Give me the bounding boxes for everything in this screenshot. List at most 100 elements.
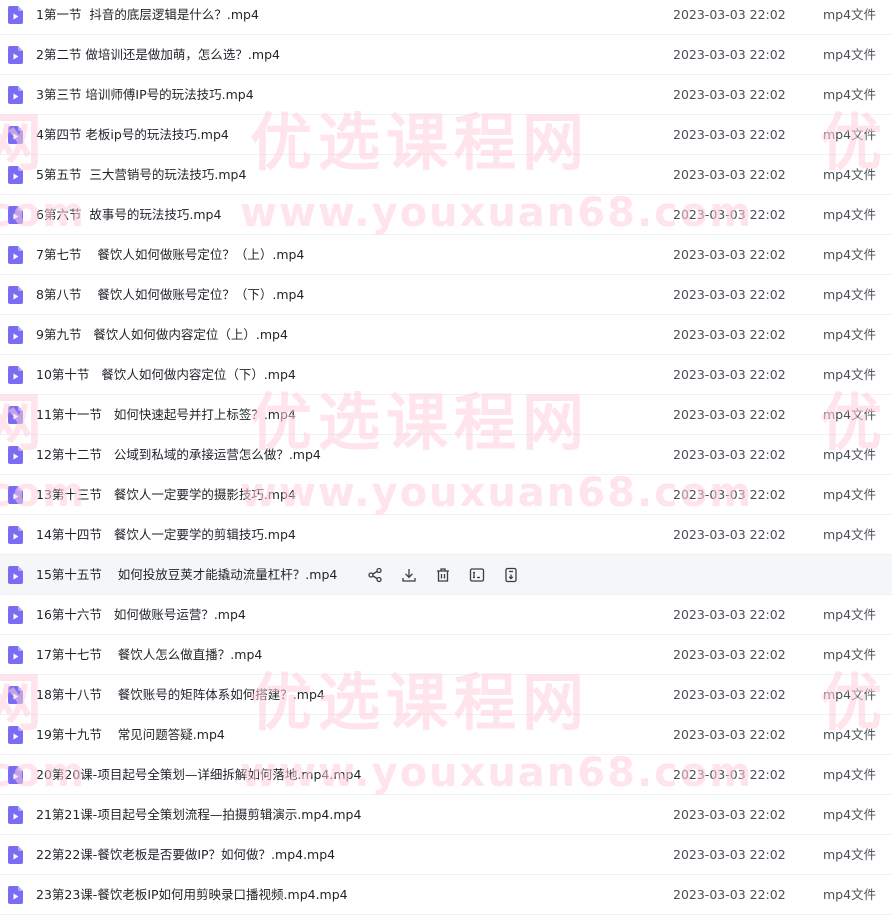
video-file-icon [8, 206, 23, 224]
file-row[interactable]: 4第四节 老板ip号的玩法技巧.mp4 2023-03-03 22:02 mp4文件 [0, 115, 892, 155]
file-row[interactable]: 1第一节 抖音的底层逻辑是什么？.mp4 2023-03-03 22:02 mp4文… [0, 0, 892, 35]
video-file-icon [8, 6, 23, 24]
file-modified-date: 2023-03-03 22:02 [673, 407, 786, 422]
file-row[interactable]: 6第六节 故事号的玩法技巧.mp4 2023-03-03 22:02 mp4文件 [0, 195, 892, 235]
file-type: mp4文件 [823, 327, 877, 342]
more-icon[interactable] [502, 566, 520, 584]
file-name[interactable]: 3第三节 培训师傅IP号的玩法技巧.mp4 [36, 75, 254, 115]
file-row[interactable]: 14第十四节 餐饮人一定要学的剪辑技巧.mp4 2023-03-03 22:02 m… [0, 515, 892, 555]
share-icon[interactable] [366, 566, 384, 584]
file-name[interactable]: 13第十三节 餐饮人一定要学的摄影技巧.mp4 [36, 475, 296, 515]
file-row[interactable]: 8第八节 餐饮人如何做账号定位？（下）.mp4 2023-03-03 22:02 m… [0, 275, 892, 315]
file-row[interactable]: 21第21课-项目起号全策划流程—拍摄剪辑演示.mp4.mp4 2023-03-0… [0, 795, 892, 835]
file-type: mp4文件 [823, 847, 877, 862]
file-row[interactable]: 17第十七节 餐饮人怎么做直播？.mp4 2023-03-03 22:02 mp4文… [0, 635, 892, 675]
video-file-icon [8, 166, 23, 184]
video-file-icon [8, 46, 23, 64]
file-row[interactable]: 12第十二节 公域到私域的承接运营怎么做？.mp4 2023-03-03 22:0… [0, 435, 892, 475]
file-type: mp4文件 [823, 727, 877, 742]
file-type: mp4文件 [823, 767, 877, 782]
file-type: mp4文件 [823, 287, 877, 302]
video-file-icon [8, 446, 23, 464]
file-row[interactable]: 3第三节 培训师傅IP号的玩法技巧.mp4 2023-03-03 22:02 mp4… [0, 75, 892, 115]
video-file-icon [8, 326, 23, 344]
file-row[interactable]: 9第九节 餐饮人如何做内容定位（上）.mp4 2023-03-03 22:02 mp… [0, 315, 892, 355]
file-row[interactable]: 2第二节 做培训还是做加萌，怎么选？.mp4 2023-03-03 22:02 mp… [0, 35, 892, 75]
file-name[interactable]: 15第十五节 如何投放豆荚才能撬动流量杠杆？.mp4 [36, 555, 337, 595]
video-file-icon [8, 566, 23, 584]
file-row[interactable]: 19第十九节 常见问题答疑.mp4 2023-03-03 22:02 mp4文件 [0, 715, 892, 755]
file-type: mp4文件 [823, 7, 877, 22]
video-file-icon [8, 806, 23, 824]
file-row[interactable]: 22第22课-餐饮老板是否要做IP？如何做？.mp4.mp4 2023-03-03… [0, 835, 892, 875]
file-type: mp4文件 [823, 367, 877, 382]
file-row[interactable]: 10第十节 餐饮人如何做内容定位（下）.mp4 2023-03-03 22:02 m… [0, 355, 892, 395]
file-name[interactable]: 19第十九节 常见问题答疑.mp4 [36, 715, 225, 755]
file-name[interactable]: 18第十八节 餐饮账号的矩阵体系如何搭建？.mp4 [36, 675, 325, 715]
file-row[interactable]: 13第十三节 餐饮人一定要学的摄影技巧.mp4 2023-03-03 22:02 m… [0, 475, 892, 515]
file-type: mp4文件 [823, 607, 877, 622]
rename-icon[interactable] [468, 566, 486, 584]
file-name[interactable]: 22第22课-餐饮老板是否要做IP？如何做？.mp4.mp4 [36, 835, 335, 875]
file-name[interactable]: 20第20课-项目起号全策划—详细拆解如何落地.mp4.mp4 [36, 755, 361, 795]
file-modified-date: 2023-03-03 22:02 [673, 487, 786, 502]
file-type: mp4文件 [823, 87, 877, 102]
file-modified-date: 2023-03-03 22:02 [673, 807, 786, 822]
file-type: mp4文件 [823, 807, 877, 822]
file-row[interactable]: 5第五节 三大营销号的玩法技巧.mp4 2023-03-03 22:02 mp4文件 [0, 155, 892, 195]
file-name[interactable]: 1第一节 抖音的底层逻辑是什么？.mp4 [36, 0, 259, 35]
delete-icon[interactable] [434, 566, 452, 584]
file-type: mp4文件 [823, 687, 877, 702]
video-file-icon [8, 126, 23, 144]
file-name[interactable]: 11第十一节 如何快速起号并打上标签？.mp4 [36, 395, 296, 435]
file-modified-date: 2023-03-03 22:02 [673, 367, 786, 382]
file-type: mp4文件 [823, 247, 877, 262]
video-file-icon [8, 246, 23, 264]
file-name[interactable]: 2第二节 做培训还是做加萌，怎么选？.mp4 [36, 35, 280, 75]
file-name[interactable]: 12第十二节 公域到私域的承接运营怎么做？.mp4 [36, 435, 321, 475]
file-row[interactable]: 15第十五节 如何投放豆荚才能撬动流量杠杆？.mp4 [0, 555, 892, 595]
file-modified-date: 2023-03-03 22:02 [673, 47, 786, 62]
file-name[interactable]: 6第六节 故事号的玩法技巧.mp4 [36, 195, 221, 235]
download-icon[interactable] [400, 566, 418, 584]
file-modified-date: 2023-03-03 22:02 [673, 87, 786, 102]
file-type: mp4文件 [823, 487, 877, 502]
file-type: mp4文件 [823, 527, 877, 542]
video-file-icon [8, 686, 23, 704]
file-name[interactable]: 14第十四节 餐饮人一定要学的剪辑技巧.mp4 [36, 515, 296, 555]
file-modified-date: 2023-03-03 22:02 [673, 687, 786, 702]
video-file-icon [8, 886, 23, 904]
file-name[interactable]: 8第八节 餐饮人如何做账号定位？（下）.mp4 [36, 275, 304, 315]
file-name[interactable]: 16第十六节 如何做账号运营？.mp4 [36, 595, 246, 635]
file-row[interactable]: 23第23课-餐饮老板IP如何用剪映录口播视频.mp4.mp4 2023-03-0… [0, 875, 892, 915]
file-name[interactable]: 17第十七节 餐饮人怎么做直播？.mp4 [36, 635, 262, 675]
video-file-icon [8, 646, 23, 664]
file-modified-date: 2023-03-03 22:02 [673, 647, 786, 662]
video-file-icon [8, 526, 23, 544]
file-name[interactable]: 21第21课-项目起号全策划流程—拍摄剪辑演示.mp4.mp4 [36, 795, 361, 835]
file-name[interactable]: 9第九节 餐饮人如何做内容定位（上）.mp4 [36, 315, 288, 355]
file-type: mp4文件 [823, 887, 877, 902]
file-row[interactable]: 11第十一节 如何快速起号并打上标签？.mp4 2023-03-03 22:02 m… [0, 395, 892, 435]
file-modified-date: 2023-03-03 22:02 [673, 887, 786, 902]
file-modified-date: 2023-03-03 22:02 [673, 127, 786, 142]
video-file-icon [8, 846, 23, 864]
video-file-icon [8, 486, 23, 504]
file-name[interactable]: 4第四节 老板ip号的玩法技巧.mp4 [36, 115, 229, 155]
file-name[interactable]: 7第七节 餐饮人如何做账号定位？（上）.mp4 [36, 235, 304, 275]
file-row[interactable]: 16第十六节 如何做账号运营？.mp4 2023-03-03 22:02 mp4文件 [0, 595, 892, 635]
file-name[interactable]: 10第十节 餐饮人如何做内容定位（下）.mp4 [36, 355, 296, 395]
file-list: 1第一节 抖音的底层逻辑是什么？.mp4 2023-03-03 22:02 mp4文… [0, 0, 892, 915]
video-file-icon [8, 726, 23, 744]
file-name[interactable]: 5第五节 三大营销号的玩法技巧.mp4 [36, 155, 246, 195]
file-type: mp4文件 [823, 647, 877, 662]
file-row[interactable]: 7第七节 餐饮人如何做账号定位？（上）.mp4 2023-03-03 22:02 m… [0, 235, 892, 275]
file-name[interactable]: 23第23课-餐饮老板IP如何用剪映录口播视频.mp4.mp4 [36, 875, 348, 915]
file-row[interactable]: 18第十八节 餐饮账号的矩阵体系如何搭建？.mp4 2023-03-03 22:0… [0, 675, 892, 715]
file-modified-date: 2023-03-03 22:02 [673, 207, 786, 222]
video-file-icon [8, 606, 23, 624]
file-type: mp4文件 [823, 167, 877, 182]
file-modified-date: 2023-03-03 22:02 [673, 767, 786, 782]
video-file-icon [8, 406, 23, 424]
file-row[interactable]: 20第20课-项目起号全策划—详细拆解如何落地.mp4.mp4 2023-03-0… [0, 755, 892, 795]
